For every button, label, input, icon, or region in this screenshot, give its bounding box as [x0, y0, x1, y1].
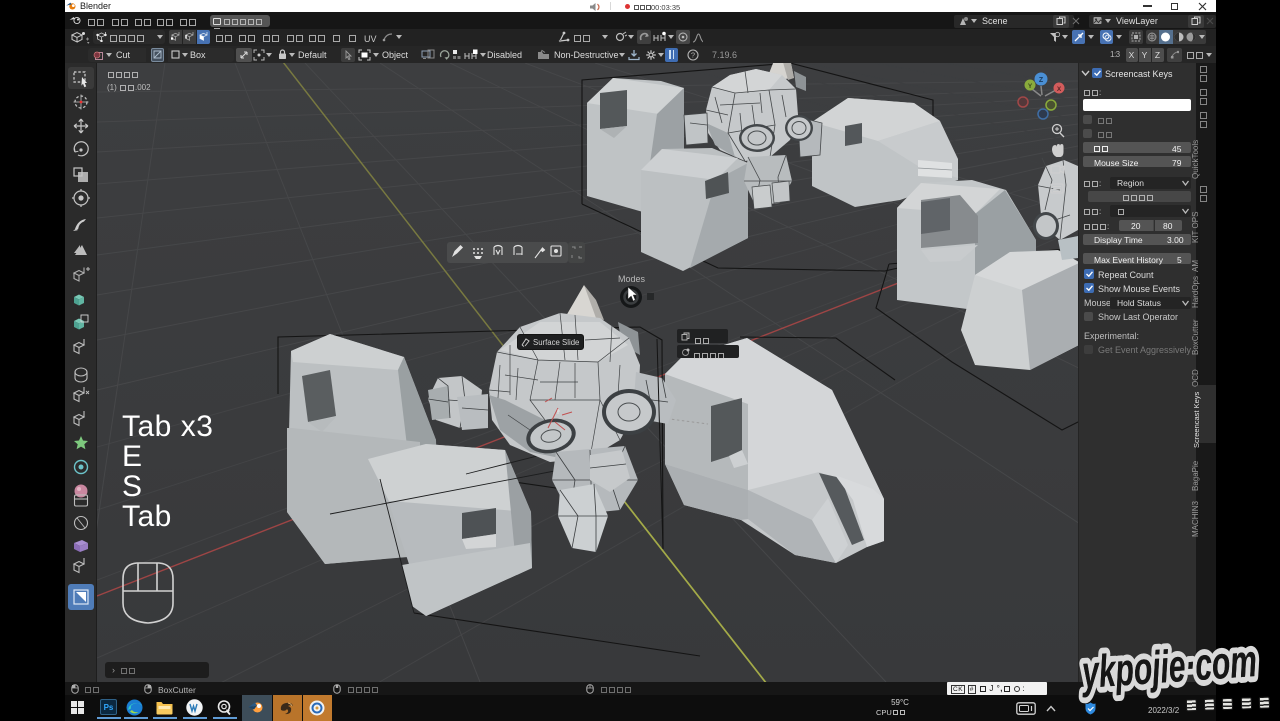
- svg-text:Z: Z: [1039, 77, 1044, 84]
- svg-text:Y: Y: [1028, 83, 1033, 90]
- svg-text:ykpojie·com: ykpojie·com: [1079, 635, 1258, 698]
- svg-text:X: X: [1057, 86, 1062, 93]
- svg-text:?: ?: [691, 50, 695, 59]
